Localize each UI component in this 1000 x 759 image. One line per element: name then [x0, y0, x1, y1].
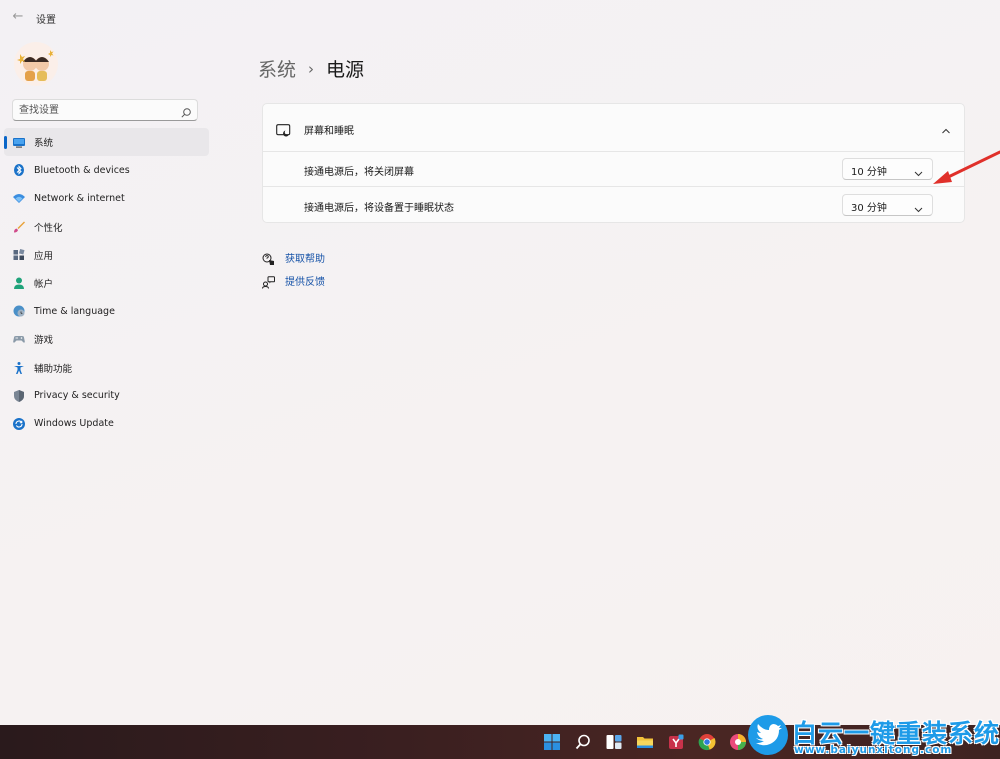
- breadcrumb-separator: ›: [308, 59, 315, 78]
- chevron-up-icon[interactable]: [940, 122, 952, 134]
- search-box[interactable]: [12, 99, 198, 121]
- title-bar: ← 设置: [0, 0, 1000, 34]
- watermark-url: www.baiyunxitong.com: [794, 744, 953, 756]
- sidebar-item-apps[interactable]: 应用: [4, 241, 209, 269]
- screen-off-label: 接通电源后，将关闭屏幕: [304, 167, 414, 178]
- apps-icon: [12, 248, 26, 262]
- bird-logo-icon: [748, 715, 788, 755]
- shield-icon: [12, 389, 26, 403]
- sidebar-item-label: Time & language: [34, 305, 115, 317]
- sidebar-item-gaming[interactable]: 游戏: [4, 325, 209, 353]
- sidebar-item-label: 辅助功能: [34, 363, 73, 375]
- sidebar-item-label: Windows Update: [34, 418, 114, 430]
- brush-icon: [12, 220, 26, 234]
- sidebar-item-time-language[interactable]: Time & language: [4, 297, 209, 325]
- page-title: 电源: [326, 59, 365, 81]
- sidebar-item-label: Bluetooth & devices: [34, 164, 130, 176]
- sidebar-item-label: Network & internet: [34, 192, 125, 204]
- globe-clock-icon: [12, 304, 26, 318]
- feedback-icon: [262, 274, 275, 289]
- sidebar-item-accounts[interactable]: 帐户: [4, 269, 209, 297]
- screen-off-dropdown[interactable]: 10 分钟: [842, 158, 933, 180]
- give-feedback-text[interactable]: 提供反馈: [285, 273, 325, 288]
- avatar[interactable]: [14, 42, 58, 86]
- sleep-row: 接通电源后，将设备置于睡眠状态 30 分钟: [263, 188, 964, 222]
- gamepad-icon: [12, 332, 26, 346]
- browser-icon[interactable]: [729, 733, 747, 751]
- breadcrumb-parent[interactable]: 系统: [258, 55, 296, 82]
- sleep-value: 30 分钟: [851, 203, 887, 214]
- sidebar-item-label: 游戏: [34, 335, 54, 347]
- sidebar-item-network[interactable]: Network & internet: [4, 184, 209, 212]
- screen-sleep-title: 屏幕和睡眠: [304, 126, 354, 137]
- chrome-icon[interactable]: [698, 733, 716, 751]
- monitor-icon: [12, 135, 26, 149]
- chevron-down-icon: [913, 164, 924, 177]
- screen-sleep-header[interactable]: 屏幕和睡眠: [263, 104, 964, 152]
- get-help-text[interactable]: 获取帮助: [285, 250, 325, 265]
- task-view-icon[interactable]: [605, 733, 623, 751]
- sidebar-item-windows-update[interactable]: Windows Update: [4, 410, 209, 438]
- sidebar-item-label: 帐户: [34, 279, 54, 291]
- annotation-arrow: [933, 150, 1000, 184]
- sidebar-item-accessibility[interactable]: 辅助功能: [4, 354, 209, 382]
- help-links: 获取帮助 提供反馈: [262, 246, 325, 292]
- sidebar-item-privacy-security[interactable]: Privacy & security: [4, 382, 209, 410]
- sleep-label: 接通电源后，将设备置于睡眠状态: [304, 203, 454, 214]
- bluetooth-icon: [12, 163, 26, 177]
- screen-sleep-card: 屏幕和睡眠 接通电源后，将关闭屏幕 10 分钟 接通电源后，将设备置于睡眠状态 …: [262, 103, 965, 223]
- file-explorer-icon[interactable]: [636, 733, 654, 751]
- get-help-link[interactable]: 获取帮助: [262, 246, 325, 269]
- sidebar-item-personalization[interactable]: 个性化: [4, 213, 209, 241]
- screen-off-row: 接通电源后，将关闭屏幕 10 分钟: [263, 152, 964, 187]
- windows-start-icon[interactable]: [543, 733, 561, 751]
- sidebar-nav: 系统 Bluetooth & devices Network & interne…: [4, 128, 209, 438]
- search-icon[interactable]: [574, 733, 592, 751]
- settings-window: ← 设置 系统: [0, 0, 1000, 725]
- chevron-down-icon: [913, 200, 924, 213]
- person-icon: [12, 276, 26, 290]
- app-title: 设置: [36, 15, 56, 26]
- sidebar-item-system[interactable]: 系统: [4, 128, 209, 157]
- search-icon[interactable]: [180, 104, 192, 118]
- watermark: 白云一键重装系统 www.baiyunxitong.com: [748, 712, 1000, 759]
- screen-off-value: 10 分钟: [851, 167, 887, 178]
- help-icon: [262, 251, 275, 265]
- back-button[interactable]: ←: [10, 9, 26, 25]
- accessibility-icon: [12, 361, 26, 375]
- give-feedback-link[interactable]: 提供反馈: [262, 269, 325, 292]
- sleep-dropdown[interactable]: 30 分钟: [842, 194, 933, 216]
- breadcrumb: 系统 › 电源: [258, 55, 364, 82]
- store-app-icon[interactable]: [667, 733, 685, 751]
- sidebar-item-bluetooth[interactable]: Bluetooth & devices: [4, 156, 209, 184]
- wifi-icon: [12, 191, 26, 205]
- screen-sleep-icon: [276, 122, 291, 137]
- search-input[interactable]: [19, 103, 179, 117]
- update-icon: [12, 417, 26, 431]
- sidebar-item-label: 系统: [34, 138, 54, 150]
- sidebar-item-label: 应用: [34, 250, 54, 262]
- sidebar-item-label: Privacy & security: [34, 390, 120, 402]
- sidebar-item-label: 个性化: [34, 222, 63, 234]
